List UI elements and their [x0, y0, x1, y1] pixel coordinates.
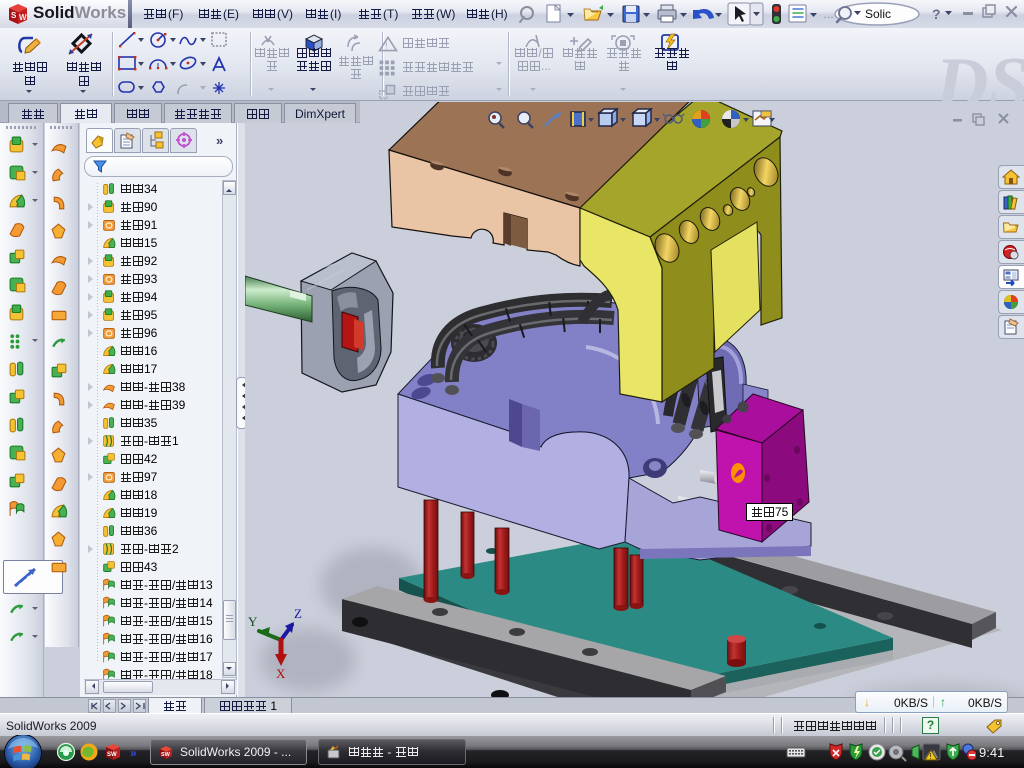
svg-text:!: ! — [385, 41, 387, 51]
svg-text:»: » — [130, 746, 137, 760]
svg-text:SW: SW — [107, 752, 117, 758]
svg-text:S: S — [11, 11, 17, 20]
svg-text:…: … — [823, 9, 834, 21]
svg-text:Z: Z — [294, 606, 302, 621]
svg-text:!: ! — [930, 752, 932, 761]
svg-text:Solic: Solic — [865, 7, 891, 21]
svg-text:Y: Y — [248, 614, 258, 629]
svg-text:SW: SW — [161, 752, 171, 758]
svg-text:X: X — [276, 666, 286, 681]
svg-text:?: ? — [932, 6, 941, 22]
svg-text:W: W — [19, 13, 27, 22]
